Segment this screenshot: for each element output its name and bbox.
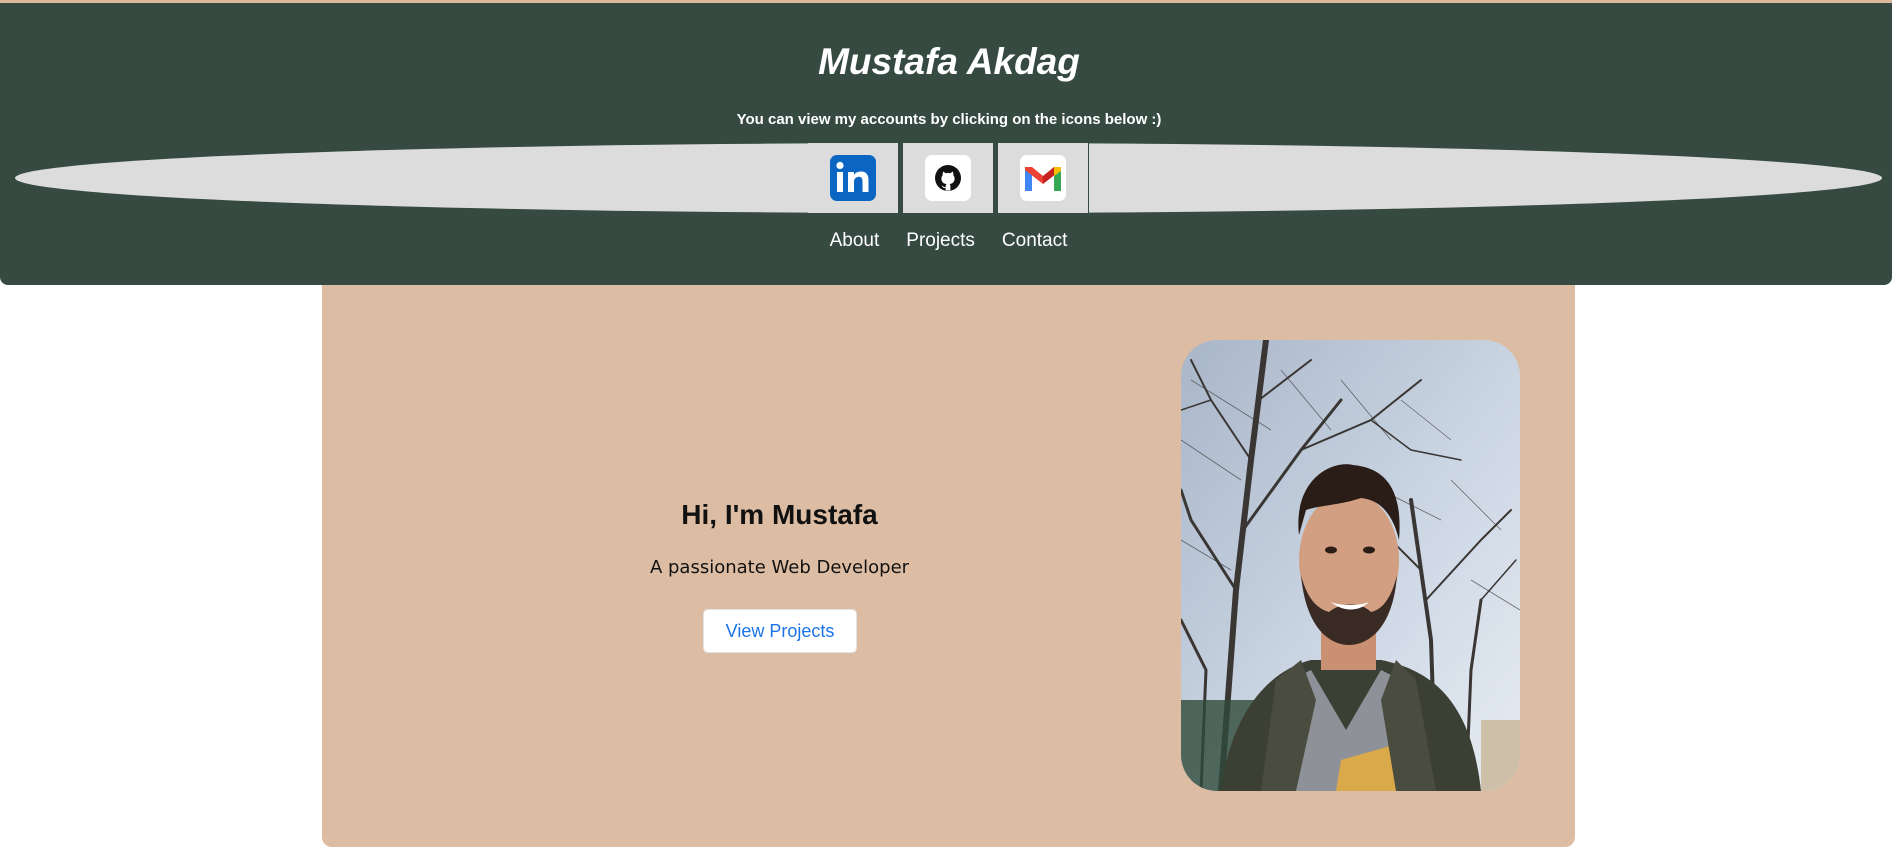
main-nav: About Projects Contact [0,230,1892,252]
social-links [808,143,1089,214]
view-projects-button[interactable]: View Projects [703,609,857,653]
site-title: Mustafa Akdag [818,41,1080,82]
header-subtitle: You can view my accounts by clicking on … [736,111,1162,128]
hero-tagline: A passionate Web Developer [649,557,910,578]
site-header: Mustafa Akdag You can view my accounts b… [0,3,1892,285]
nav-link-about[interactable]: About [830,230,880,252]
nav-link-projects[interactable]: Projects [906,230,975,252]
github-icon [925,155,971,201]
linkedin-icon [830,155,876,201]
gmail-link[interactable] [998,143,1088,213]
profile-photo [1181,340,1520,791]
nav-link-contact[interactable]: Contact [1002,230,1067,252]
github-link[interactable] [903,143,993,213]
hero-section: Hi, I'm Mustafa A passionate Web Develop… [322,285,1575,847]
hero-heading: Hi, I'm Mustafa [681,499,878,530]
linkedin-link[interactable] [808,143,898,213]
gmail-icon [1020,155,1066,201]
